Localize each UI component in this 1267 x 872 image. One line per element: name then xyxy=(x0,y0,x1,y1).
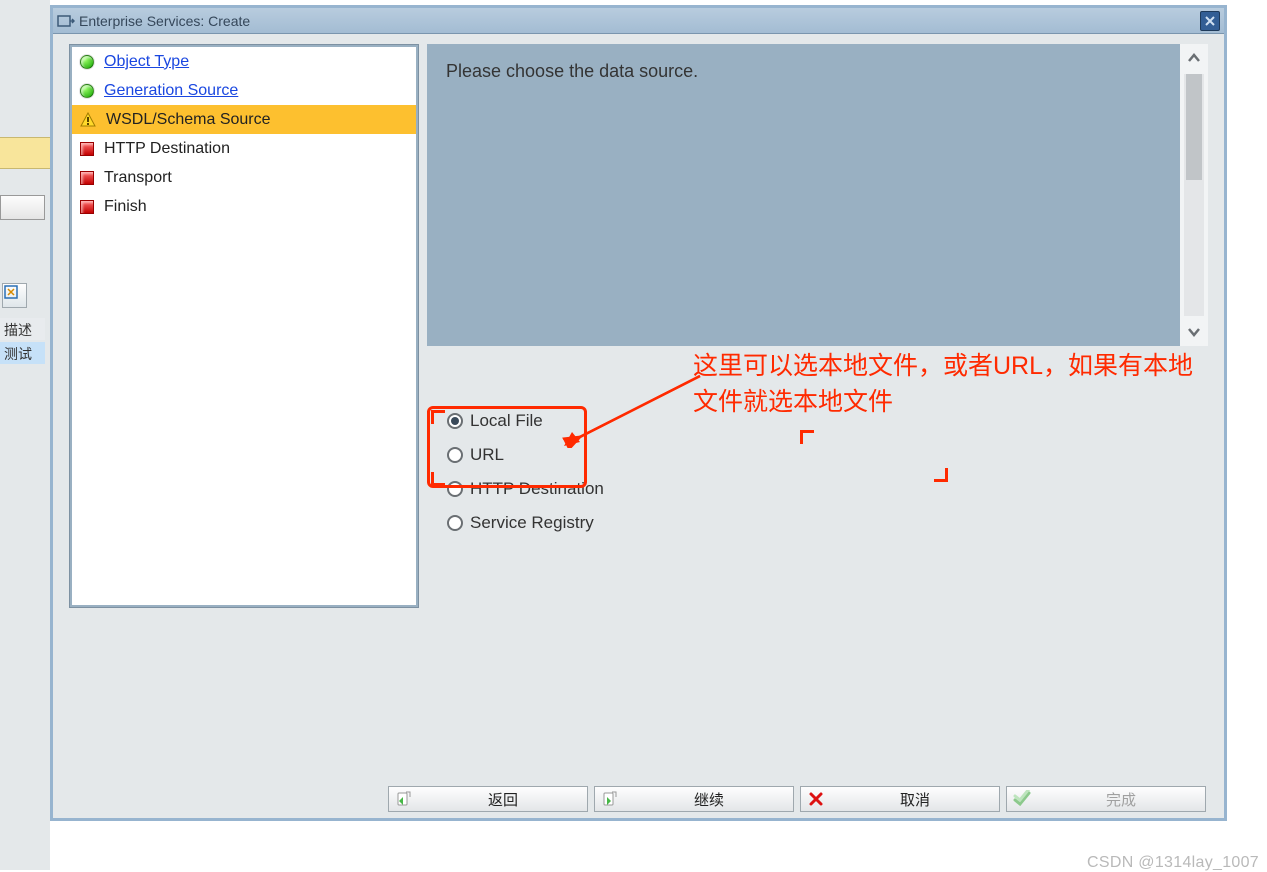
background-panel xyxy=(0,0,50,870)
step-done-icon xyxy=(80,55,94,69)
scroll-thumb[interactable] xyxy=(1186,74,1202,180)
option-label: Service Registry xyxy=(470,513,594,533)
bg-dropdown[interactable] xyxy=(0,195,45,220)
radio-button[interactable] xyxy=(447,413,463,429)
finish-icon xyxy=(1007,790,1037,808)
option-row-2[interactable]: HTTP Destination xyxy=(437,472,1180,506)
wizard-step-5: Finish xyxy=(72,192,416,221)
wizard-step-3: HTTP Destination xyxy=(72,134,416,163)
prompt-text: Please choose the data source. xyxy=(446,61,698,81)
next-label: 继续 xyxy=(625,789,793,810)
radio-button[interactable] xyxy=(447,481,463,497)
annotation-bracket xyxy=(431,410,445,424)
step-label: Finish xyxy=(104,198,147,216)
window-title: Enterprise Services: Create xyxy=(77,13,1200,29)
annotation-bracket xyxy=(431,472,445,486)
radio-button[interactable] xyxy=(447,515,463,531)
wizard-step-1[interactable]: Generation Source xyxy=(72,76,416,105)
annotation-text: 这里可以选本地文件，或者URL，如果有本地文件就选本地文件 xyxy=(693,348,1213,421)
window-icon xyxy=(57,13,77,29)
cancel-icon xyxy=(801,791,831,807)
radio-button[interactable] xyxy=(447,447,463,463)
back-label: 返回 xyxy=(419,789,587,810)
next-button[interactable]: 继续 xyxy=(594,786,794,812)
back-button[interactable]: 返回 xyxy=(388,786,588,812)
cancel-label: 取消 xyxy=(831,789,999,810)
step-label: HTTP Destination xyxy=(104,140,230,158)
step-warning-icon xyxy=(80,112,96,128)
next-icon xyxy=(595,790,625,808)
option-label: HTTP Destination xyxy=(470,479,604,499)
scrollbar[interactable] xyxy=(1180,44,1208,346)
finish-button[interactable]: 完成 xyxy=(1006,786,1206,812)
annotation-arrow xyxy=(562,372,702,448)
prompt-area: Please choose the data source. xyxy=(427,44,1180,346)
option-row-3[interactable]: Service Registry xyxy=(437,506,1180,540)
wizard-step-0[interactable]: Object Type xyxy=(72,47,416,76)
button-bar: 返回 继续 取消 完成 xyxy=(53,780,1224,818)
step-pending-icon xyxy=(80,200,94,214)
close-button[interactable] xyxy=(1200,11,1220,31)
option-label: Local File xyxy=(470,411,543,431)
content-panel: Please choose the data source. Local Fil… xyxy=(427,44,1180,608)
back-icon xyxy=(389,790,419,808)
wizard-dialog: Enterprise Services: Create Object Type G… xyxy=(50,5,1227,821)
annotation-bracket xyxy=(934,468,948,482)
cancel-button[interactable]: 取消 xyxy=(800,786,1000,812)
bg-tool-button[interactable] xyxy=(2,283,27,308)
step-link[interactable]: Generation Source xyxy=(104,82,238,100)
background-highlight xyxy=(0,137,50,169)
step-pending-icon xyxy=(80,142,94,156)
wizard-step-2: WSDL/Schema Source xyxy=(72,105,416,134)
step-label: Transport xyxy=(104,169,172,187)
wizard-step-4: Transport xyxy=(72,163,416,192)
title-bar: Enterprise Services: Create xyxy=(53,8,1224,34)
finish-label: 完成 xyxy=(1037,789,1205,810)
step-link[interactable]: Object Type xyxy=(104,53,189,71)
bg-label-test: 测试 xyxy=(0,342,45,364)
step-pending-icon xyxy=(80,171,94,185)
option-label: URL xyxy=(470,445,504,465)
bg-label-desc: 描述 xyxy=(0,318,45,340)
watermark: CSDN @1314lay_1007 xyxy=(1087,854,1259,872)
step-label: WSDL/Schema Source xyxy=(106,111,271,129)
scroll-down-icon[interactable] xyxy=(1180,318,1208,346)
step-done-icon xyxy=(80,84,94,98)
annotation-bracket xyxy=(800,430,814,444)
scroll-up-icon[interactable] xyxy=(1180,44,1208,72)
scroll-track[interactable] xyxy=(1184,74,1204,316)
wizard-steps-panel: Object Type Generation Source WSDL/Schema … xyxy=(69,44,419,608)
source-options: Local File URL HTTP Destination Service Reg… xyxy=(437,404,1180,540)
